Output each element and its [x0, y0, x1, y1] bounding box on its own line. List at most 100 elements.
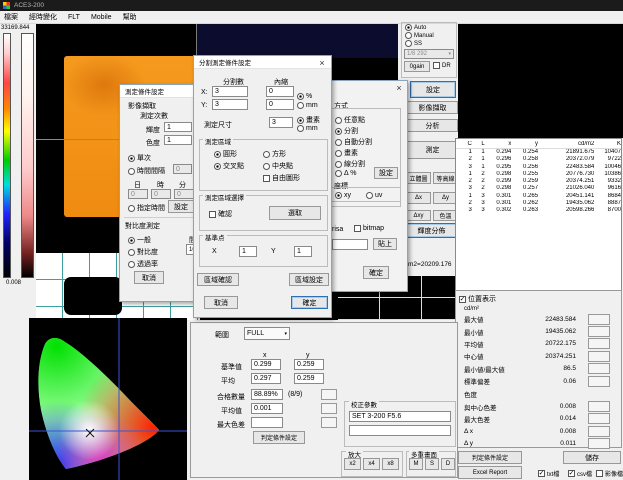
single-radio[interactable]: 單次 [128, 153, 151, 163]
size-pixel-radio[interactable]: 畫素 [297, 115, 320, 125]
pick-button[interactable]: 選取 [269, 206, 321, 220]
method-path-field[interactable] [332, 239, 368, 250]
day-field[interactable]: 0 [128, 189, 148, 199]
calibration-empty-field[interactable] [349, 425, 451, 436]
max-diff-field[interactable] [251, 417, 283, 428]
table-row[interactable]: 220.2990.25920374.2519332 [456, 178, 621, 185]
excel-report-button[interactable]: Excel Report [458, 466, 522, 479]
x-inset-field[interactable]: 0 [266, 86, 294, 97]
exposure-auto-radio[interactable]: Auto [405, 24, 426, 31]
close-icon[interactable]: × [393, 83, 405, 93]
base-x-field[interactable]: 1 [239, 246, 257, 257]
gain-button[interactable]: 0gain [404, 61, 430, 72]
table-row[interactable]: 110.2940.25421891.67510407 [456, 149, 621, 156]
capture-button[interactable]: 影像擷取 [407, 101, 458, 114]
zoom-x4-button[interactable]: x4 [363, 458, 380, 470]
multi-m-button[interactable]: M [409, 458, 423, 470]
stat-box[interactable] [588, 401, 610, 412]
dialog-title-bar[interactable]: 分割測定條件設定 [194, 56, 331, 69]
confirm-checkbox[interactable]: 確認 [209, 209, 232, 219]
txt-file-checkbox[interactable]: txt檔 [538, 469, 559, 478]
stat-box[interactable] [588, 413, 610, 424]
exposure-manual-radio[interactable]: Manual [405, 32, 434, 39]
analyze-button[interactable]: 分析 [407, 119, 458, 132]
method-pixel-radio[interactable]: 畫素 [335, 148, 358, 158]
reference-y-field[interactable]: 0.259 [294, 359, 324, 370]
method-set-button[interactable]: 設定 [374, 167, 398, 179]
zoom-x8-button[interactable]: x8 [382, 458, 399, 470]
save-button[interactable]: 儲存 [563, 451, 621, 464]
interval-value-field[interactable]: 0 [173, 164, 192, 174]
menu-item-mobile[interactable]: Mobile [91, 14, 112, 21]
region-rect-radio[interactable]: 方形 [263, 149, 286, 159]
stat-box[interactable] [588, 426, 610, 437]
close-icon[interactable]: × [316, 58, 328, 68]
region-free-checkbox[interactable]: 自由圖形 [263, 173, 300, 183]
dialog-title-bar[interactable]: 測定條件設定 [120, 85, 195, 98]
y-inset-field[interactable]: 0 [266, 99, 294, 110]
method-ok-button[interactable]: 確定 [363, 266, 389, 279]
specified-time-radio[interactable]: 指定時間 [128, 203, 165, 213]
inset-percent-radio[interactable]: % [297, 93, 312, 100]
exposure-ss-radio[interactable]: SS [405, 40, 422, 47]
transmittance-radio[interactable]: 透過率 [128, 259, 158, 269]
region-cross-radio[interactable]: 交叉點 [214, 161, 244, 171]
reference-x-field[interactable]: 0.299 [251, 359, 281, 370]
region-confirm-button[interactable]: 區域確認 [197, 273, 239, 286]
split-ok-button[interactable]: 確定 [291, 296, 328, 309]
table-row[interactable]: 320.2980.25721026.0409616 [456, 185, 621, 192]
method-auto-split-radio[interactable]: 自動分割 [335, 137, 372, 147]
judge-condition-button[interactable]: 判定條件設定 [458, 451, 522, 464]
stat-box[interactable] [588, 376, 610, 387]
general-radio[interactable]: 一般 [128, 235, 151, 245]
hour-field[interactable]: 0 [151, 189, 171, 199]
view3d-button[interactable]: 立體圖 [406, 172, 431, 184]
x-division-field[interactable]: 3 [212, 86, 248, 97]
pass-count-field[interactable]: 88.89% [251, 389, 283, 400]
stat-box[interactable] [588, 326, 610, 337]
set-button[interactable]: 設定 [410, 81, 456, 98]
average-y-field[interactable]: 0.259 [294, 373, 324, 384]
zoom-x2-button[interactable]: x2 [344, 458, 361, 470]
colorbar-scale[interactable] [3, 33, 11, 278]
region-circle-radio[interactable]: 圓形 [214, 149, 237, 159]
luminance-dist-button[interactable]: 輝度分佈 [405, 223, 458, 238]
region-set-button[interactable]: 區域設定 [289, 273, 329, 286]
table-row[interactable]: 210.2960.25820372.0799722 [456, 156, 621, 163]
menu-item-flt[interactable]: FLT [68, 14, 80, 21]
interval-radio[interactable]: 時間間隔 [128, 166, 165, 176]
table-row[interactable]: 330.3020.26320598.2668700 [456, 207, 621, 214]
menu-item-timelapse[interactable]: 經時變化 [29, 12, 57, 22]
delta-x-button[interactable]: Δx [406, 192, 431, 204]
average-x-field[interactable]: 0.297 [251, 373, 281, 384]
shutter-select[interactable]: 1/8 292 ▾ [404, 49, 454, 59]
position-display-checkbox[interactable]: 位置表示 [459, 294, 621, 304]
delta-xy-button[interactable]: Δxy [406, 210, 431, 221]
table-row[interactable]: 130.3010.26520451.1418684 [456, 193, 621, 200]
csv-file-checkbox[interactable]: csv檔 [568, 469, 592, 478]
cie-diagram[interactable] [29, 318, 187, 480]
inset-mm-radio[interactable]: mm [297, 102, 318, 109]
calibration-value-field[interactable]: SET 3-200 F5.6 [349, 411, 451, 422]
coord-uv-radio[interactable]: uv [366, 192, 382, 199]
stat-box[interactable] [588, 438, 610, 449]
measure-cancel-button[interactable]: 取消 [134, 271, 164, 284]
region-center-radio[interactable]: 中央點 [263, 161, 293, 171]
method-line-split-radio[interactable]: 線分割 [335, 159, 365, 169]
menu-item-help[interactable]: 幫助 [123, 12, 137, 22]
range-select[interactable]: FULL ▾ [244, 327, 290, 340]
base-y-field[interactable]: 1 [294, 246, 312, 257]
split-cancel-button[interactable]: 取消 [204, 296, 238, 309]
mean-field[interactable]: 0.001 [251, 403, 283, 414]
table-row[interactable]: 230.3010.26219435.0628887 [456, 200, 621, 207]
image-file-checkbox[interactable]: 影像檔 [596, 469, 623, 478]
contrast-radio[interactable]: 對比度 [128, 247, 158, 257]
size-mm-radio[interactable]: mm [297, 125, 318, 132]
panel-judge-button[interactable]: 判定條件設定 [253, 431, 305, 444]
multi-s-button[interactable]: S [425, 458, 439, 470]
chroma-count-field[interactable]: 1 [164, 135, 192, 145]
table-row[interactable]: 120.2980.25520776.73010386 [456, 171, 621, 178]
bitmap-checkbox[interactable]: bitmap [354, 225, 384, 232]
colorbar-luminance[interactable] [21, 33, 34, 278]
table-row[interactable]: 310.2950.25622483.58410046 [456, 164, 621, 171]
